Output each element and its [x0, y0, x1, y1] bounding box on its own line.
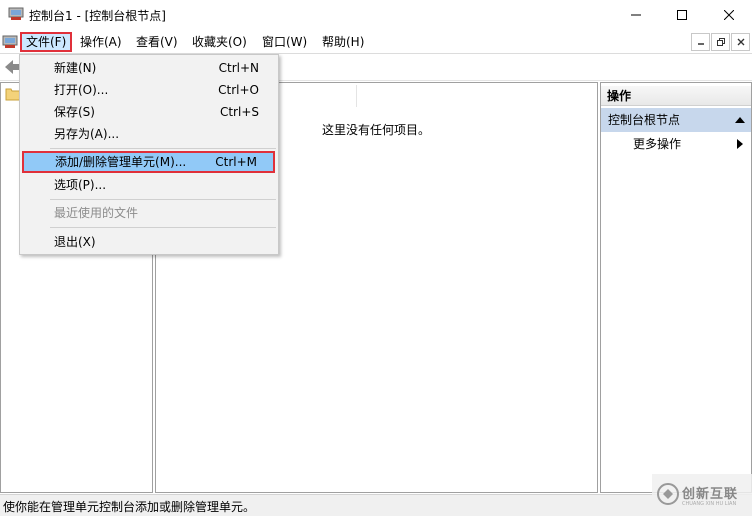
menu-item-options[interactable]: 选项(P)... — [21, 174, 277, 196]
menu-window[interactable]: 窗口(W) — [256, 32, 313, 52]
close-button[interactable] — [706, 0, 752, 30]
empty-message: 这里没有任何项目。 — [322, 123, 431, 137]
minimize-icon — [697, 43, 704, 45]
submenu-arrow-icon — [737, 139, 743, 149]
menu-item-save-as[interactable]: 另存为(A)... — [21, 123, 277, 145]
menu-bar: 文件(F) 操作(A) 查看(V) 收藏夹(O) 窗口(W) 帮助(H) — [0, 30, 752, 54]
column-divider — [356, 85, 357, 107]
restore-icon — [716, 38, 725, 46]
actions-node-section[interactable]: 控制台根节点 — [601, 108, 751, 132]
menu-file[interactable]: 文件(F) — [20, 32, 73, 52]
mdi-restore-button[interactable] — [711, 33, 730, 51]
watermark-subtext: CHUANG XIN HU LIAN — [682, 501, 737, 507]
title-bar: 控制台1 - [控制台根节点] — [0, 0, 752, 30]
menu-item-save[interactable]: 保存(S) Ctrl+S — [21, 101, 277, 123]
mdi-close-button[interactable] — [731, 33, 750, 51]
status-bar: 使你能在管理单元控制台添加或删除管理单元。 — [0, 494, 752, 516]
menu-favorites[interactable]: 收藏夹(O) — [186, 32, 253, 52]
file-dropdown-menu: 新建(N) Ctrl+N 打开(O)... Ctrl+O 保存(S) Ctrl+… — [19, 54, 279, 255]
more-actions-item[interactable]: 更多操作 — [633, 135, 681, 152]
maximize-button[interactable] — [659, 0, 705, 30]
watermark: 创新互联 CHUANG XIN HU LIAN — [652, 474, 752, 516]
menu-item-new[interactable]: 新建(N) Ctrl+N — [21, 57, 277, 79]
menu-item-recent-files: 最近使用的文件 — [54, 206, 139, 220]
watermark-logo-icon — [657, 483, 679, 505]
menu-item-add-remove-snapin[interactable]: 添加/删除管理单元(M)... Ctrl+M — [22, 151, 275, 173]
actions-pane: 操作 控制台根节点 更多操作 — [600, 82, 752, 493]
mmc-app-icon[interactable] — [8, 6, 24, 22]
back-button[interactable] — [4, 59, 20, 78]
menu-item-open[interactable]: 打开(O)... Ctrl+O — [21, 79, 277, 101]
close-icon — [724, 10, 734, 20]
mdi-window-controls — [690, 33, 750, 51]
menu-item-exit[interactable]: 退出(X) — [21, 231, 277, 253]
status-text: 使你能在管理单元控制台添加或删除管理单元。 — [3, 500, 256, 514]
menu-help[interactable]: 帮助(H) — [316, 32, 370, 52]
collapse-arrow-icon[interactable] — [735, 116, 745, 124]
actions-node-label: 控制台根节点 — [608, 113, 681, 127]
watermark-text: 创新互联 — [682, 487, 739, 502]
minimize-icon — [631, 14, 641, 16]
menu-separator — [50, 199, 276, 200]
maximize-icon — [677, 10, 687, 20]
menu-separator — [50, 148, 276, 149]
console-menu-icon[interactable] — [2, 34, 18, 50]
menu-view[interactable]: 查看(V) — [130, 32, 184, 52]
window-title: 控制台1 - [控制台根节点] — [29, 9, 166, 23]
close-icon — [737, 38, 744, 46]
menu-separator — [50, 227, 276, 228]
menu-action[interactable]: 操作(A) — [74, 32, 128, 52]
actions-header: 操作 — [601, 86, 751, 106]
mdi-minimize-button[interactable] — [691, 33, 710, 51]
minimize-button[interactable] — [613, 0, 659, 30]
back-arrow-icon — [5, 60, 19, 74]
